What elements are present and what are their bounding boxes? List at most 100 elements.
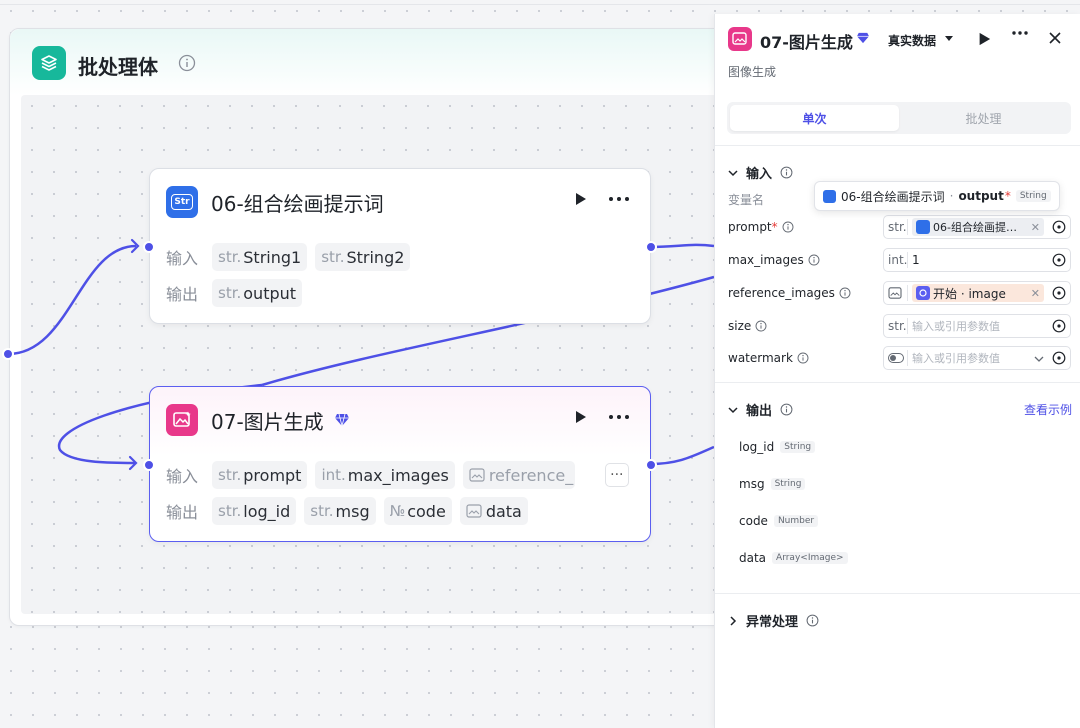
input-section-title: 输入 (746, 167, 773, 182)
output-row: 输出 str. log_id str. msg № code data (166, 496, 528, 526)
close-icon[interactable] (1048, 31, 1062, 45)
size-field[interactable]: str. 输入或引用参数值 (883, 314, 1071, 338)
str-icon (916, 220, 930, 234)
target-icon[interactable] (1052, 351, 1066, 365)
image-type-icon (888, 285, 908, 301)
input-chip: str. String1 (212, 243, 308, 271)
more-icon[interactable] (608, 196, 630, 202)
info-icon[interactable] (808, 254, 820, 266)
clear-icon[interactable]: ✕ (1031, 221, 1040, 234)
gem-icon (334, 413, 350, 427)
str-icon: Str (166, 186, 198, 218)
node-config-panel: 07-图片生成 真实数据 图像生成 单次 批处理 输入 变量名 prompt * … (714, 14, 1080, 728)
target-icon[interactable] (1052, 253, 1066, 267)
ref-chip[interactable]: 06-组合绘画提… ✕ (912, 218, 1044, 236)
param-label-max-images: max_images (728, 253, 820, 267)
error-section-header[interactable]: 异常处理 (728, 611, 819, 630)
param-label-prompt: prompt * (728, 220, 794, 234)
target-icon[interactable] (1052, 286, 1066, 300)
info-icon[interactable] (755, 320, 767, 332)
output-row: 输出 str. output (166, 278, 303, 308)
output-item: code Number (739, 514, 819, 528)
input-chip: str. String2 (315, 243, 411, 271)
tab-single[interactable]: 单次 (730, 105, 899, 131)
output-chip: str. log_id (212, 497, 297, 525)
output-chip: № code (383, 497, 452, 525)
caret-down-icon[interactable] (944, 35, 954, 42)
str-icon (823, 189, 836, 203)
node-07[interactable]: 07-图片生成 输入 str. prompt int. max_images ref… (143, 386, 657, 542)
watermark-field[interactable]: 输入或引用参数值 (883, 346, 1071, 370)
reference-images-field[interactable]: 开始 · image ✕ (883, 281, 1071, 305)
ref-chip[interactable]: 开始 · image ✕ (912, 284, 1044, 302)
output-item: data Array<Image> (739, 551, 848, 565)
node-output-port[interactable] (645, 459, 657, 471)
input-label: 输入 (166, 467, 199, 486)
input-chip: str. prompt (212, 461, 308, 489)
input-row: 输入 str. prompt int. max_images reference_ … (166, 460, 629, 490)
output-item: log_id String (739, 440, 816, 454)
chevron-down-icon[interactable] (728, 405, 738, 415)
view-example-link[interactable]: 查看示例 (1024, 401, 1072, 418)
node-06[interactable]: Str 06-组合绘画提示词 输入 str. String1 str. String… (143, 168, 657, 324)
more-icon[interactable] (1011, 30, 1029, 36)
batch-title: 批处理体 (78, 55, 158, 79)
info-icon[interactable] (839, 287, 851, 299)
node-output-port[interactable] (645, 241, 657, 253)
run-icon[interactable] (572, 409, 588, 425)
panel-title: 07-图片生成 (760, 33, 853, 52)
divider (715, 382, 1080, 383)
input-section-header[interactable]: 输入 (728, 163, 793, 182)
chevron-right-icon[interactable] (728, 615, 738, 626)
info-icon[interactable] (782, 221, 794, 233)
max-images-field[interactable]: int. 1 (883, 248, 1071, 272)
reference-tooltip: 06-组合绘画提示词 · output * String (814, 181, 1060, 211)
info-icon[interactable] (178, 54, 196, 72)
gem-icon (856, 32, 870, 44)
output-section-title: 输出 (746, 404, 773, 419)
output-label: 输出 (166, 285, 199, 304)
info-icon[interactable] (780, 166, 793, 179)
more-inputs-button[interactable]: ··· (604, 463, 629, 487)
info-icon[interactable] (806, 614, 819, 627)
output-chip: str. output (212, 279, 303, 307)
tab-batch[interactable]: 批处理 (899, 105, 1068, 131)
clear-icon[interactable]: ✕ (1031, 287, 1040, 300)
more-icon[interactable] (608, 414, 630, 420)
node-input-port[interactable] (143, 241, 155, 253)
run-icon[interactable] (572, 191, 588, 207)
info-icon[interactable] (797, 352, 809, 364)
node-input-port[interactable] (143, 459, 155, 471)
chevron-down-icon[interactable] (728, 168, 738, 178)
param-label-watermark: watermark (728, 351, 809, 365)
var-name-header: 变量名 (728, 193, 765, 207)
info-icon[interactable] (780, 403, 793, 416)
toggle-icon (888, 350, 908, 366)
divider (715, 593, 1080, 594)
output-chip: data (459, 497, 528, 525)
run-icon[interactable] (977, 32, 991, 46)
target-icon[interactable] (1052, 220, 1066, 234)
output-section-header[interactable]: 输出 (728, 400, 793, 419)
prompt-field[interactable]: str. 06-组合绘画提… ✕ (883, 215, 1071, 239)
image-type-icon (469, 468, 485, 482)
input-row: 输入 str. String1 str. String2 (166, 242, 411, 272)
data-mode-select[interactable]: 真实数据 (888, 32, 936, 49)
output-chip: str. msg (304, 497, 376, 525)
divider (715, 145, 1080, 146)
param-label-reference-images: reference_images (728, 286, 851, 300)
canvas-top-edge (0, 4, 1080, 5)
error-section-title: 异常处理 (746, 615, 799, 630)
batch-input-port[interactable] (2, 348, 14, 360)
input-chip: reference_ (462, 461, 575, 489)
image-icon (728, 27, 752, 51)
node-title: 06-组合绘画提示词 (211, 191, 384, 216)
node-title: 07-图片生成 (211, 409, 324, 434)
target-icon[interactable] (1052, 319, 1066, 333)
output-item: msg String (739, 477, 806, 491)
chevron-down-icon[interactable] (1034, 355, 1044, 363)
image-icon (166, 404, 198, 436)
panel-subtitle: 图像生成 (728, 65, 777, 79)
layers-icon (32, 46, 66, 80)
output-label: 输出 (166, 503, 199, 522)
